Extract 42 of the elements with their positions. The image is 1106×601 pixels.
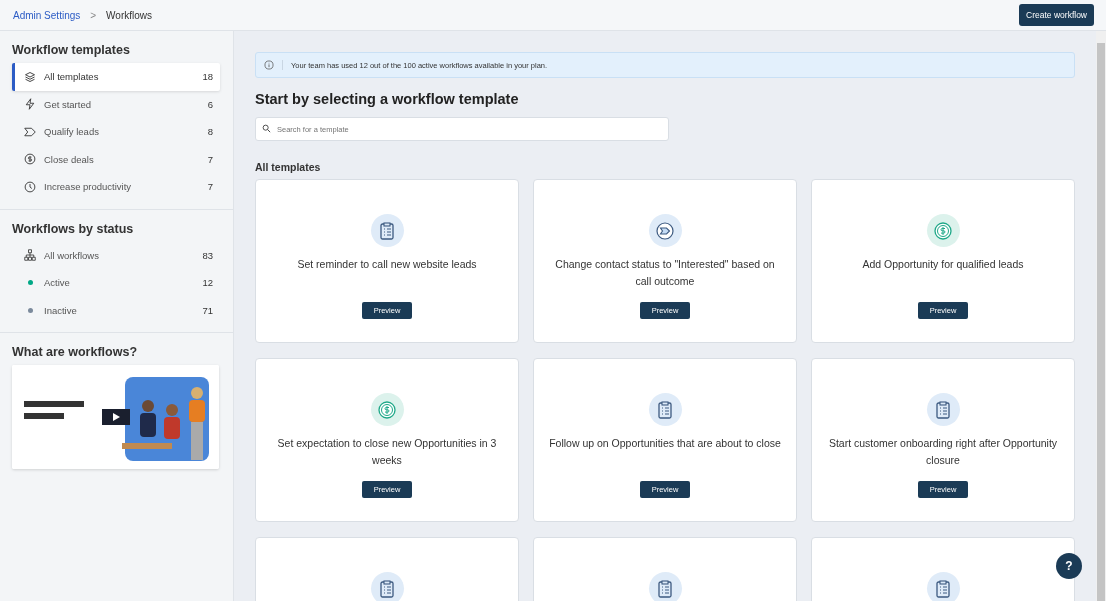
- breadcrumb-separator: >: [90, 9, 97, 21]
- sidebar-item[interactable]: All workflows 83: [12, 241, 220, 269]
- card-title: Add Opportunity for qualified leads: [862, 257, 1024, 272]
- dollar-icon: [377, 399, 397, 420]
- arrow-circle-icon: [655, 220, 675, 241]
- section-title: Workflow templates: [12, 43, 131, 57]
- section-title: What are workflows?: [12, 345, 139, 359]
- sidebar-item[interactable]: Increase productivity 7: [12, 173, 220, 201]
- create-workflow-button[interactable]: Create workflow: [1019, 4, 1094, 26]
- search-icon: [262, 124, 271, 133]
- lightning-icon: [24, 98, 36, 111]
- dollar-icon: [24, 153, 36, 166]
- breadcrumb-link[interactable]: Admin Settings: [13, 9, 81, 21]
- dollar-icon: [933, 220, 953, 241]
- clipboard-icon: [933, 399, 953, 420]
- chevron-tag-icon: [24, 125, 36, 138]
- card-title: Follow up on Opportunities that are about to close: [549, 436, 781, 451]
- sidebar-item[interactable]: All templates 18: [12, 63, 220, 91]
- help-button[interactable]: ?: [1056, 553, 1082, 579]
- sidebar-item[interactable]: Close deals 7: [12, 145, 220, 173]
- sidebar-item[interactable]: Inactive 71: [12, 296, 220, 324]
- sidebar-item[interactable]: Active 12: [12, 269, 220, 297]
- card-title: Set reminder to call new website leads: [297, 257, 477, 272]
- breadcrumb-current: Workflows: [106, 9, 153, 21]
- scrollbar[interactable]: [1096, 31, 1106, 601]
- hierarchy-icon: [24, 249, 36, 262]
- clipboard-icon: [933, 578, 953, 599]
- card-title: Start customer onboarding right after Opportunity closure: [827, 436, 1059, 468]
- card-title: Change contact status to "Interested" based on call outcome: [554, 257, 776, 289]
- section-title: All templates: [255, 161, 322, 173]
- sidebar-item[interactable]: Qualify leads 8: [12, 118, 220, 146]
- clock-icon: [24, 180, 36, 193]
- clipboard-icon: [377, 578, 397, 599]
- clipboard-icon: [655, 578, 675, 599]
- clipboard-icon: [655, 399, 675, 420]
- clipboard-icon: [377, 220, 397, 241]
- section-title: Workflows by status: [12, 221, 135, 236]
- card-title: Set expectation to close new Opportunities in 3 weeks: [276, 436, 498, 468]
- sidebar-item[interactable]: Get started 6: [12, 90, 220, 118]
- info-icon: [264, 60, 283, 70]
- page-heading: Start by selecting a workflow template: [255, 91, 520, 107]
- layers-icon: [24, 70, 36, 83]
